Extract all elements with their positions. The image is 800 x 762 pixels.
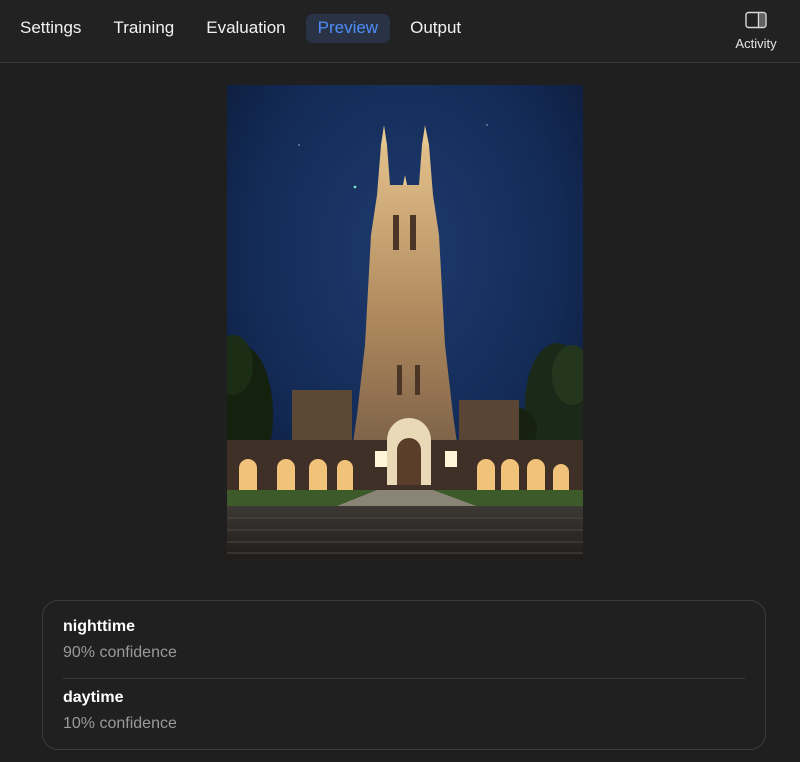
activity-button[interactable]: Activity bbox=[726, 11, 786, 51]
activity-label: Activity bbox=[735, 36, 777, 51]
classification-results: nighttime 90% confidence daytime 10% con… bbox=[42, 600, 766, 750]
tab-output[interactable]: Output bbox=[398, 14, 473, 43]
tab-preview[interactable]: Preview bbox=[305, 14, 391, 43]
result-label: daytime bbox=[63, 689, 124, 706]
tab-settings[interactable]: Settings bbox=[8, 14, 93, 43]
tab-bar: Settings Training Evaluation Preview Out… bbox=[8, 14, 481, 43]
preview-image bbox=[227, 85, 583, 559]
chapel-night-photo bbox=[227, 85, 583, 559]
result-confidence: 10% confidence bbox=[63, 715, 177, 732]
tab-evaluation[interactable]: Evaluation bbox=[194, 14, 297, 43]
tab-training[interactable]: Training bbox=[101, 14, 186, 43]
result-item-daytime: daytime 10% confidence bbox=[63, 689, 745, 733]
result-divider bbox=[63, 678, 745, 679]
sidebar-panel-icon bbox=[726, 11, 786, 29]
result-label: nighttime bbox=[63, 618, 135, 635]
toolbar: Settings Training Evaluation Preview Out… bbox=[0, 0, 800, 63]
result-item-nighttime: nighttime 90% confidence bbox=[63, 618, 745, 662]
result-confidence: 90% confidence bbox=[63, 644, 177, 661]
